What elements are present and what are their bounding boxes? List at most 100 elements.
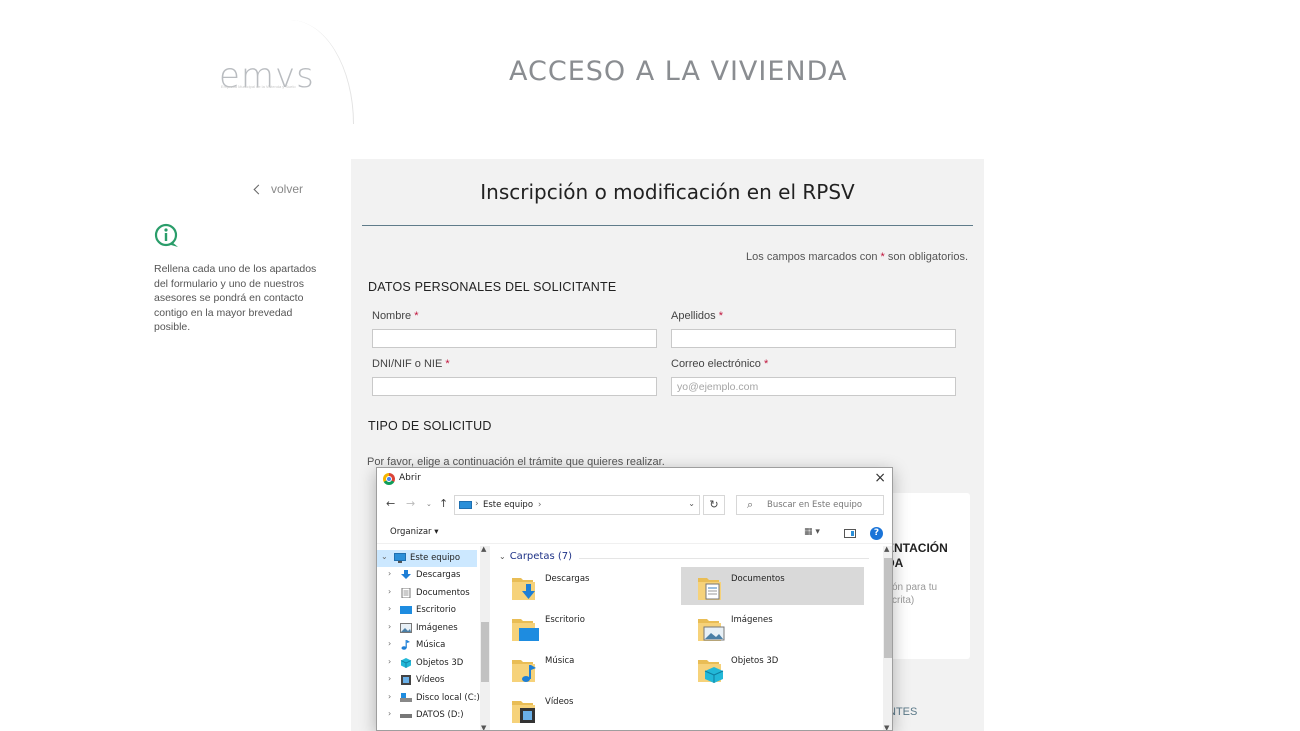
tree-item-disco-c[interactable]: › Disco local (C:) — [377, 690, 480, 707]
page-title: ACCESO A LA VIVIENDA — [509, 56, 848, 87]
drive-icon — [400, 714, 412, 718]
required-note: Los campos marcados con * son obligatori… — [746, 251, 968, 263]
email-input[interactable] — [671, 377, 956, 396]
folder-desktop-icon — [512, 619, 539, 641]
tree-scrollbar[interactable]: ▲ ▼ — [480, 545, 490, 730]
emvs-logo[interactable]: emvs — [219, 56, 315, 96]
dialog-toolbar: Organizar ▾ ▦ ▾ ? — [377, 522, 892, 544]
chevron-right-icon: › — [388, 657, 392, 666]
chevron-right-icon: › — [388, 604, 392, 613]
scroll-down-icon[interactable]: ▼ — [481, 724, 486, 730]
drive-icon — [400, 693, 412, 702]
folder-item-musica[interactable]: Música — [495, 649, 678, 687]
back-label: volver — [271, 182, 304, 196]
dialog-titlebar[interactable]: Abrir × — [377, 468, 892, 490]
info-text: Rellena cada uno de los apartados del fo… — [154, 263, 317, 333]
page: emvs Empresa Municipal de la Vivienda y … — [0, 0, 1300, 731]
chevron-right-icon: › — [388, 674, 392, 683]
up-arrow-icon[interactable]: ↑ — [439, 497, 448, 510]
music-icon — [401, 640, 410, 650]
breadcrumb-separator-icon: › — [538, 500, 542, 510]
tree-item-este-equipo[interactable]: ⌄ Este equipo — [377, 550, 477, 567]
folder-item-documentos[interactable]: Documentos — [681, 567, 864, 605]
tree-item-documentos[interactable]: › Documentos — [377, 585, 477, 602]
scroll-thumb[interactable] — [481, 622, 489, 682]
chevron-down-icon: ⌄ — [381, 552, 388, 561]
folder-music-icon — [512, 660, 536, 682]
breadcrumb-separator-icon: › — [475, 499, 479, 509]
organize-button[interactable]: Organizar ▾ — [390, 527, 439, 537]
address-text: Este equipo — [483, 500, 534, 510]
dni-input[interactable] — [372, 377, 657, 396]
group-header[interactable]: ⌄ Carpetas (7) — [499, 551, 572, 562]
chevron-right-icon: › — [388, 569, 392, 578]
folder-download-icon — [512, 578, 535, 600]
tree-item-descargas[interactable]: › Descargas — [377, 567, 477, 584]
chevron-right-icon: › — [388, 639, 392, 648]
cube-icon — [400, 658, 412, 668]
folder-item-escritorio[interactable]: Escritorio — [495, 608, 678, 646]
section-personal-heading: DATOS PERSONALES DEL SOLICITANTE — [368, 280, 617, 294]
back-link[interactable]: volver — [253, 182, 304, 196]
info-icon — [154, 223, 178, 247]
scroll-thumb[interactable] — [884, 558, 892, 658]
section-tipo-heading: TIPO DE SOLICITUD — [368, 419, 492, 433]
scroll-up-icon[interactable]: ▲ — [481, 545, 486, 553]
tree-item-videos[interactable]: › Vídeos — [377, 672, 477, 689]
search-icon: ⌕ — [747, 498, 754, 511]
folder-item-descargas[interactable]: Descargas — [495, 567, 678, 605]
scroll-down-icon[interactable]: ▼ — [884, 724, 889, 730]
dialog-title: Abrir — [399, 473, 421, 483]
title-divider — [362, 225, 973, 226]
apellidos-input[interactable] — [671, 329, 956, 348]
recent-dropdown-icon[interactable]: ⌄ — [426, 500, 432, 508]
view-options-icon[interactable]: ▦ ▾ — [804, 527, 820, 537]
close-button[interactable]: × — [874, 470, 886, 486]
folder-view: ⌄ Carpetas (7) Descargas Documentos Escr… — [495, 546, 883, 730]
folder-item-imagenes[interactable]: Imágenes — [681, 608, 864, 646]
folder-item-videos[interactable]: Vídeos — [495, 690, 678, 728]
preview-pane-icon[interactable] — [844, 529, 856, 538]
address-bar[interactable]: › Este equipo › ⌄ — [454, 495, 700, 515]
navigation-tree: ⌄ Este equipo › Descargas › Documentos ›… — [377, 546, 490, 730]
folder-cube-icon — [698, 660, 724, 683]
group-divider — [579, 558, 869, 559]
tree-item-objetos-3d[interactable]: › Objetos 3D — [377, 655, 477, 672]
chevron-right-icon: › — [388, 709, 392, 718]
help-button[interactable]: ? — [870, 527, 883, 540]
card-title: ENTACIÓN DA — [886, 541, 948, 570]
tree-item-imagenes[interactable]: › Imágenes — [377, 620, 477, 637]
file-open-dialog[interactable]: Abrir × ← → ⌄ ↑ › Este equipo › ⌄ ↻ ⌕ Bus… — [376, 467, 893, 731]
dni-label: DNI/NIF o NIE * — [372, 358, 450, 370]
card-text: ón para tu crita) — [892, 582, 938, 606]
tree-item-datos-d[interactable]: › DATOS (D:) — [377, 707, 477, 724]
computer-icon — [394, 553, 406, 563]
video-icon — [401, 675, 411, 685]
folder-video-icon — [512, 701, 535, 723]
refresh-button[interactable]: ↻ — [703, 495, 725, 515]
forward-arrow-icon[interactable]: → — [406, 497, 415, 510]
search-input[interactable]: ⌕ Buscar en Este equipo — [736, 495, 884, 515]
back-arrow-icon[interactable]: ← — [386, 497, 395, 510]
chevron-right-icon: › — [388, 587, 392, 596]
chevron-down-icon[interactable]: ⌄ — [688, 499, 695, 508]
desktop-icon — [400, 606, 412, 614]
form-title: Inscripción o modificación en el RPSV — [480, 180, 855, 204]
nombre-input[interactable] — [372, 329, 657, 348]
chevron-down-icon: ⌄ — [499, 552, 506, 561]
chevron-left-icon — [253, 184, 264, 195]
chevron-right-icon: › — [388, 622, 392, 631]
download-icon — [401, 570, 411, 579]
document-icon — [401, 588, 411, 598]
content-scrollbar[interactable]: ▲ ▼ — [883, 545, 892, 730]
folder-item-objetos-3d[interactable]: Objetos 3D — [681, 649, 864, 687]
picture-icon — [400, 623, 412, 633]
tree-item-musica[interactable]: › Música — [377, 637, 477, 654]
email-label: Correo electrónico * — [671, 358, 769, 370]
tree-item-escritorio[interactable]: › Escritorio — [377, 602, 477, 619]
computer-icon — [459, 501, 472, 509]
scroll-up-icon[interactable]: ▲ — [884, 545, 889, 553]
apellidos-label: Apellidos * — [671, 310, 723, 322]
chrome-icon — [383, 473, 395, 485]
nombre-label: Nombre * — [372, 310, 419, 322]
